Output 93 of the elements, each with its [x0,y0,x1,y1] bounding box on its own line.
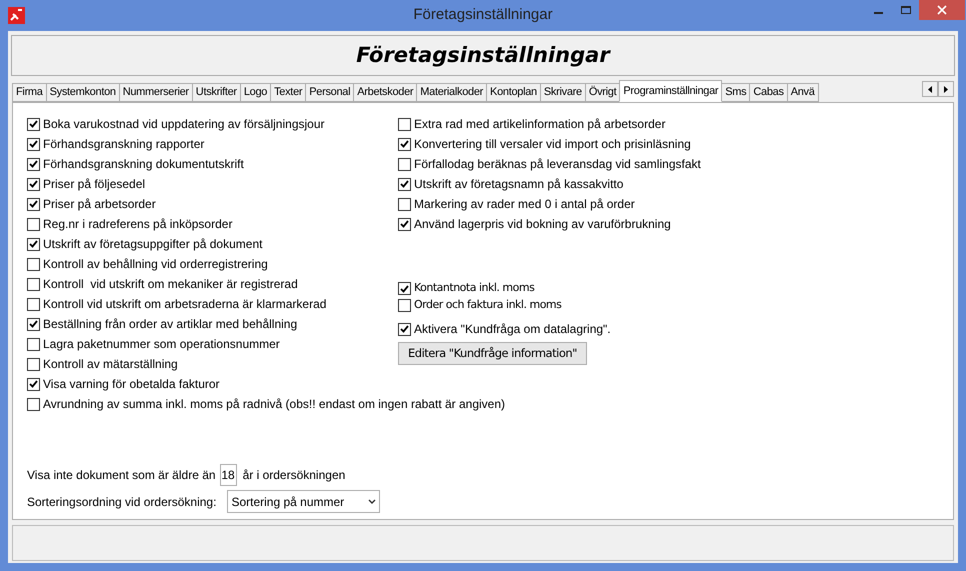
checkmark-icon [400,140,409,148]
checkbox[interactable] [27,298,40,310]
tab[interactable]: Sms [721,83,750,102]
tab[interactable]: Skrivare [540,83,586,102]
checkbox-label: Förfallodag beräknas på leveransdag vid samlingsfakt [414,156,701,173]
checkmark-icon [400,284,409,292]
checkbox-label: Förhandsgranskning rapporter [43,136,204,153]
tab[interactable]: Logo [240,83,272,102]
header-title: Företagsinställningar [356,42,610,69]
checkbox-label: Extra rad med artikelinformation på arbetsorder [414,116,666,133]
checkbox[interactable] [27,378,40,390]
checkbox-label: Boka varukostnad vid uppdatering av försäljningsjour [43,116,325,133]
checkbox-label: Konvertering till versaler vid import och prisinläsning [414,136,691,153]
checkbox[interactable] [27,198,40,210]
app-logo-icon [8,7,25,24]
checkbox[interactable] [27,138,40,150]
close-icon [937,5,947,15]
checkbox-label: Kontantnota inkl. moms [414,280,534,296]
checkbox-label: Beställning från order av artiklar med behållning [43,316,298,333]
checkbox[interactable] [27,218,40,230]
checkbox-label: Utskrift av företagsuppgifter på dokument [43,236,262,253]
tab[interactable]: Arbetskoder [353,83,418,102]
checkbox[interactable] [398,178,411,190]
checkbox-label: Reg.nr i radreferens på inköpsorder [43,216,232,233]
checkmark-icon [29,140,38,148]
checkbox-label: Kontroll vid utskrift om mekaniker är registrerad [43,276,298,293]
scroll-right-button[interactable] [938,81,954,97]
checkbox-label: Avrundning av summa inkl. moms på radnivå (obs!! endast om ingen rabatt är angiven) [43,396,506,413]
tab[interactable]: Programinställningar [619,80,722,102]
checkbox-label: Priser på arbetsorder [43,196,156,213]
chevron-down-icon [368,499,376,504]
tab[interactable]: Systemkonton [46,83,120,102]
checkmark-icon [29,200,38,208]
tab[interactable]: Cabas [749,83,788,102]
tab[interactable]: Materialkoder [416,83,488,102]
checkmark-icon [29,180,38,188]
checkmark-icon [29,380,38,388]
checkbox[interactable] [398,138,411,150]
sort-order-dropdown[interactable]: Sortering på nummer [227,490,380,513]
right-triangle-icon [944,86,948,92]
tab[interactable]: Övrigt [584,83,620,102]
checkbox-label: Kontroll vid utskrift om arbetsraderna är klarmarkerad [43,296,326,313]
checkmark-icon [29,120,38,128]
field-label: Visa inte dokument som är äldre än [27,467,216,484]
checkmark-icon [29,320,38,328]
checkbox[interactable] [27,338,40,350]
checkbox[interactable] [27,178,40,190]
tab[interactable]: Kontoplan [486,83,541,102]
checkbox[interactable] [27,258,40,270]
age-input-field[interactable]: 18 [220,464,237,486]
field-label: år i ordersökningen [242,467,346,484]
window-title: Företagsinställningar [413,5,553,26]
scroll-left-button[interactable] [922,81,938,97]
checkbox[interactable] [27,358,40,370]
checkbox[interactable] [398,299,411,312]
checkbox-label: Visa varning för obetalda fakturor [43,376,220,393]
checkbox[interactable] [398,218,411,230]
checkbox-label: Kontroll av mätarställning [43,356,178,373]
field-label: Sorteringsordning vid ordersökning: [27,494,216,510]
checkbox-label: Lagra paketnummer som operationsnummer [43,336,280,353]
checkbox[interactable] [398,198,411,210]
checkmark-icon [400,180,409,188]
checkbox[interactable] [27,118,40,130]
checkmark-icon [400,220,409,228]
tab[interactable]: Firma [12,83,47,102]
checkbox[interactable] [398,118,411,130]
checkbox[interactable] [398,322,411,336]
checkmark-icon [29,160,38,168]
checkbox[interactable] [27,238,40,250]
edit-button[interactable]: Editera "Kundfråge information" [398,342,587,365]
checkbox[interactable] [398,158,411,170]
left-triangle-icon [928,86,932,92]
tab[interactable]: Anvä [786,83,819,102]
checkbox[interactable] [398,282,411,295]
checkbox[interactable] [27,158,40,170]
tab[interactable]: Nummerserier [118,83,193,102]
close-button[interactable] [919,0,965,20]
checkbox-label: Utskrift av företagsnamn på kassakvitto [414,176,624,193]
checkmark-icon [29,240,38,248]
checkbox-label: Markering av rader med 0 i antal på order [414,196,635,213]
checkbox[interactable] [27,398,40,410]
checkbox-label: Order och faktura inkl. moms [414,297,562,314]
checkbox-label: Förhandsgranskning dokumentutskrift [43,156,244,173]
tab[interactable]: Texter [270,83,306,102]
checkbox-label: Priser på följesedel [43,176,146,193]
tab[interactable]: Utskrifter [192,83,241,102]
checkbox-label: Använd lagerpris vid bokning av varuförbrukning [414,216,671,233]
checkmark-icon [400,325,409,333]
tab[interactable]: Personal [305,83,354,102]
checkbox-label: Kontroll av behållning vid orderregistrering [43,256,268,273]
checkbox-label: Aktivera "Kundfråga om datalagring". [414,321,611,338]
checkbox[interactable] [27,318,40,330]
checkbox[interactable] [27,278,40,290]
